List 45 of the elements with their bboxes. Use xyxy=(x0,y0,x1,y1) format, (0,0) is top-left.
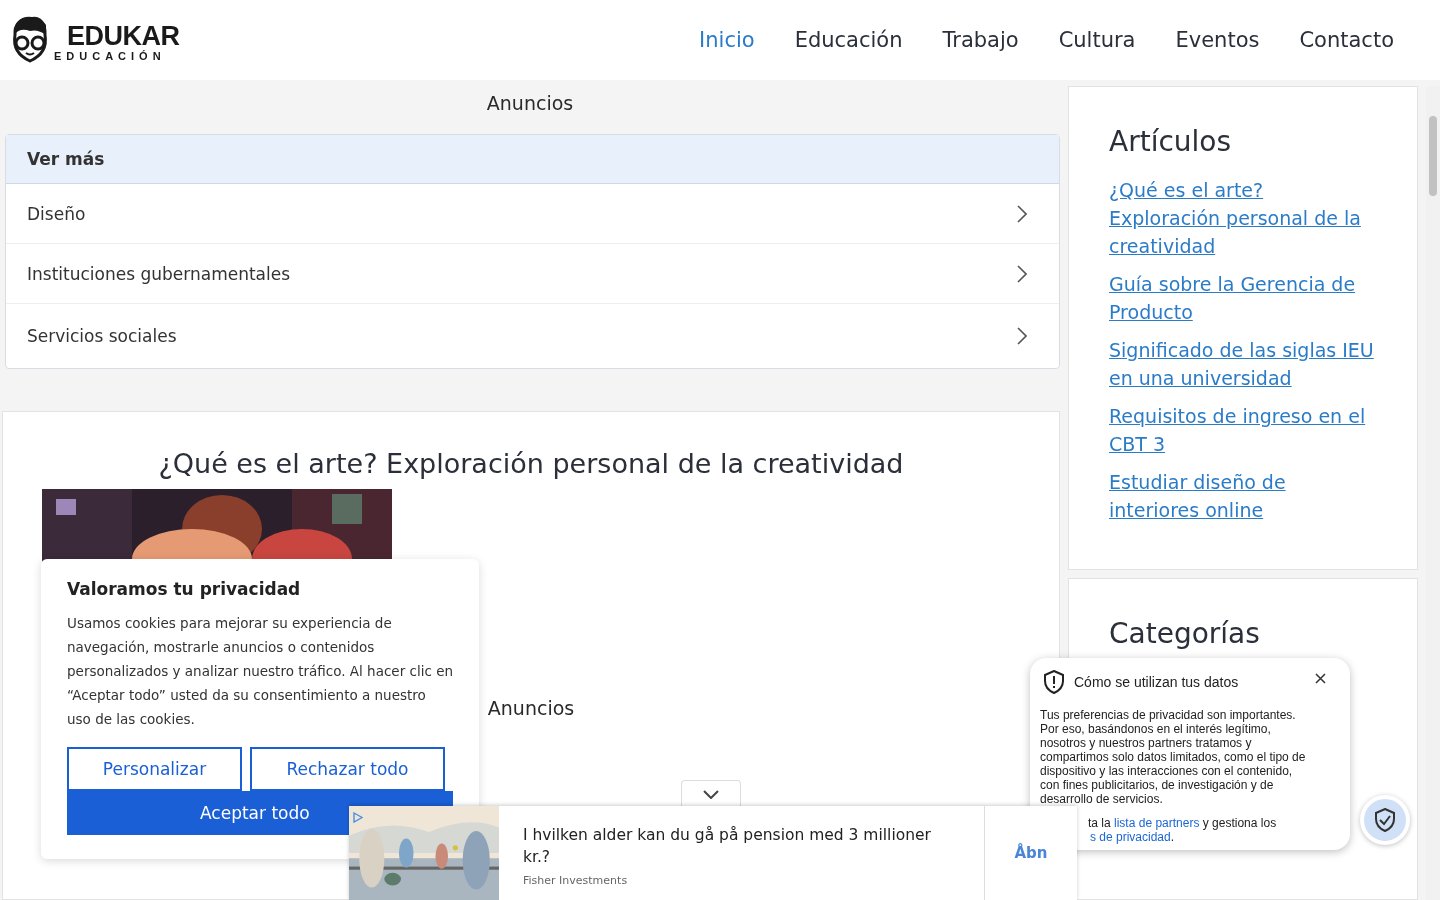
nav-link[interactable]: Educación xyxy=(794,28,903,52)
article-link[interactable]: Requisitos de ingreso en el CBT 3 xyxy=(1109,402,1378,458)
article-title: ¿Qué es el arte? Exploración personal de la creatividad xyxy=(158,448,904,479)
popup-text: ta la xyxy=(1088,816,1111,830)
chevron-right-icon xyxy=(1017,204,1027,223)
article-link[interactable]: Estudiar diseño de interiores online xyxy=(1109,468,1378,524)
logo-name: EDUKAR xyxy=(67,22,180,50)
nav-link[interactable]: Contacto xyxy=(1299,28,1394,52)
article-link[interactable]: Guía sobre la Gerencia de Producto xyxy=(1109,270,1378,326)
shield-check-icon xyxy=(1375,808,1395,832)
dialog-text: Usamos cookies para mejorar su experiencia de navegación, mostrarle anuncios o contenidos personalizados y analizar nuestro tráfico. Al hacer clic en “Aceptar todo” usted da su consentimiento a nuestro uso de las cookies. xyxy=(67,614,453,729)
accordion-header: Ver más xyxy=(6,135,1059,184)
ad-headline[interactable]: I hvilken alder kan du gå på pension med 3 millioner kr.? xyxy=(523,824,960,868)
collapse-tab[interactable] xyxy=(681,780,741,807)
open-button[interactable]: Åbn xyxy=(985,806,1077,900)
ad-choices-icon[interactable] xyxy=(353,812,363,823)
chevron-down-icon xyxy=(703,789,719,799)
popup-text: . xyxy=(1170,830,1175,844)
chevron-right-icon xyxy=(1017,264,1027,283)
nav-link[interactable]: Eventos xyxy=(1175,28,1260,52)
popup-text: Tus preferencias de privacidad son importantes. Por eso, basándonos en el interés legítimo, nosotros y nuestros partners tratamos y compartimos solo datos limitados, como el tipo de dispositivo y las interacciones con el contenido, con fines publicitarios, de investigación y de desarrollo de servicios. xyxy=(1040,708,1307,806)
ads-label: Anuncios xyxy=(485,91,575,116)
advertiser-name: Fisher Investments xyxy=(523,874,629,887)
popup-title: Cómo se utilizan tus datos xyxy=(1074,674,1240,690)
nav-link[interactable]: Trabajo xyxy=(942,28,1019,52)
nav-link[interactable]: Inicio xyxy=(699,28,755,52)
outline-button[interactable]: Rechazar todo xyxy=(250,747,445,791)
accordion-item[interactable]: Servicios sociales xyxy=(6,304,1059,368)
outline-button[interactable]: Personalizar xyxy=(67,747,242,791)
close-icon[interactable] xyxy=(1315,672,1326,684)
logo-tagline: EDUCACIÓN xyxy=(54,50,167,62)
categories-heading: Categorías xyxy=(1109,617,1261,650)
privacy-link[interactable]: s de privacidad xyxy=(1090,830,1171,844)
accordion-item[interactable]: Diseño xyxy=(6,184,1059,244)
ads-label: Anuncios xyxy=(487,697,575,719)
dialog-title: Valoramos tu privacidad xyxy=(67,579,302,599)
shield-alert-icon xyxy=(1044,670,1064,694)
articles-heading: Artículos xyxy=(1109,125,1233,158)
article-link[interactable]: Significado de las siglas IEU en una universidad xyxy=(1109,336,1378,392)
nav-link[interactable]: Cultura xyxy=(1058,28,1136,52)
chevron-right-icon xyxy=(1017,327,1027,345)
partners-link[interactable]: lista de partners xyxy=(1114,816,1200,830)
accordion-item[interactable]: Instituciones gubernamentales xyxy=(6,244,1059,304)
article-link[interactable]: ¿Qué es el arte? Exploración personal de la creatividad xyxy=(1109,176,1378,260)
popup-text: y gestiona los xyxy=(1202,816,1277,830)
